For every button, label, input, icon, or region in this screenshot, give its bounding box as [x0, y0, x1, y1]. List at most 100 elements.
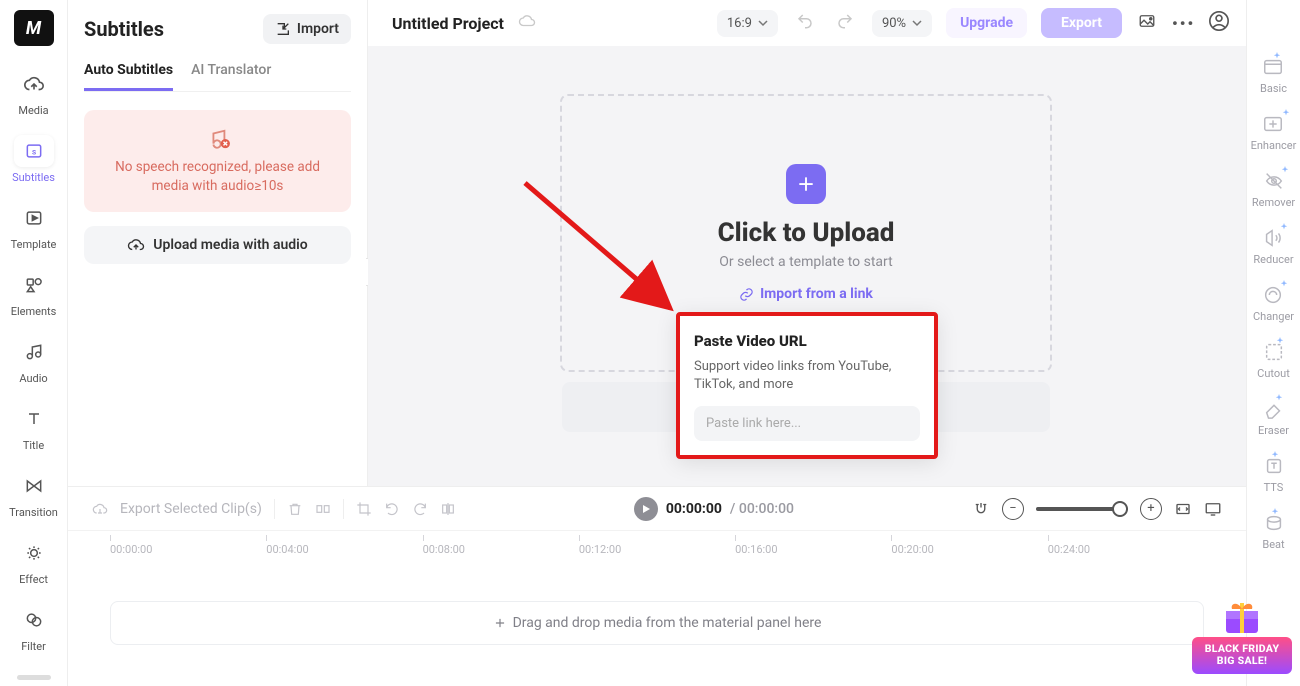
timeline-track[interactable]: Drag and drop media from the material pa… [110, 601, 1204, 645]
ruler-tick: 00:16:00 [735, 543, 891, 556]
rrail-item-basic[interactable]: Basic [1260, 56, 1287, 95]
top-bar: Untitled Project 16:9 90% Upgrade Export… [368, 0, 1246, 46]
split-icon[interactable] [315, 501, 331, 517]
subtitles-icon: S [14, 135, 54, 167]
sparkle-icon [1280, 223, 1288, 231]
sparkle-icon [1280, 280, 1288, 288]
timeline-area: Export Selected Clip(s) 00:00:00 / 00:00… [68, 486, 1246, 686]
rail-item-media[interactable]: Media [6, 68, 62, 117]
rrail-label: Basic [1260, 82, 1287, 95]
rail-label: Subtitles [12, 171, 55, 184]
rrail-label: Reducer [1253, 253, 1293, 266]
tab-auto-subtitles[interactable]: Auto Subtitles [84, 62, 173, 91]
export-clip-icon[interactable] [92, 501, 108, 517]
audio-error-icon [98, 128, 337, 150]
play-icon [641, 504, 651, 514]
magnet-icon[interactable] [972, 500, 990, 518]
display-icon[interactable] [1204, 500, 1222, 518]
zoom-select[interactable]: 90% [872, 10, 932, 37]
sparkle-icon [1271, 508, 1279, 516]
rrail-item-tts[interactable]: TTS [1263, 455, 1285, 494]
cloud-sync-icon[interactable] [518, 12, 536, 34]
chevron-down-icon [912, 18, 922, 28]
redo-button[interactable] [832, 8, 858, 38]
zoom-out-button[interactable]: − [1002, 498, 1024, 520]
rrail-label: Cutout [1257, 367, 1290, 380]
paste-url-input[interactable] [694, 406, 920, 441]
crop-icon[interactable] [356, 501, 372, 517]
upload-media-button[interactable]: Upload media with audio [84, 226, 351, 264]
tab-ai-translator[interactable]: AI Translator [191, 62, 271, 91]
filter-icon [14, 604, 54, 636]
rail-item-subtitles[interactable]: S Subtitles [6, 135, 62, 184]
title-icon [14, 403, 54, 435]
rrail-item-beat[interactable]: Beat [1262, 512, 1284, 551]
paste-url-popover: Paste Video URL Support video links from… [676, 312, 938, 459]
upload-plus-button[interactable] [786, 164, 826, 204]
rrail-item-changer[interactable]: Changer [1253, 284, 1294, 323]
rail-item-transition[interactable]: Transition [6, 470, 62, 519]
rrail-item-remover[interactable]: Remover [1252, 170, 1295, 209]
zoom-value: 90% [882, 16, 906, 31]
rrail-label: Beat [1262, 538, 1284, 551]
undo-button[interactable] [792, 8, 818, 38]
zoom-in-button[interactable]: + [1140, 498, 1162, 520]
upload-media-label: Upload media with audio [153, 237, 307, 253]
rail-item-template[interactable]: Template [6, 202, 62, 251]
sparkle-icon [1276, 337, 1284, 345]
ratio-value: 16:9 [727, 16, 752, 31]
rotate-l-icon[interactable] [384, 501, 400, 517]
ruler-tick: 00:04:00 [266, 543, 422, 556]
fit-icon[interactable] [1174, 500, 1192, 518]
more-icon[interactable]: ••• [1172, 14, 1194, 33]
rail-scroll-handle[interactable] [17, 675, 51, 680]
delete-icon[interactable] [287, 501, 303, 517]
rail-item-audio[interactable]: Audio [6, 336, 62, 385]
effect-icon [14, 537, 54, 569]
rail-item-filter[interactable]: Filter [6, 604, 62, 653]
upgrade-button[interactable]: Upgrade [946, 8, 1027, 38]
mirror-icon[interactable] [440, 501, 456, 517]
rrail-item-cutout[interactable]: Cutout [1257, 341, 1290, 380]
export-button[interactable]: Export [1041, 8, 1122, 38]
rail-item-title[interactable]: Title [6, 403, 62, 452]
ruler-tick: 00:08:00 [423, 543, 579, 556]
popover-title: Paste Video URL [694, 332, 920, 350]
rail-label: Filter [21, 640, 46, 653]
sparkle-icon [1281, 166, 1289, 174]
rail-label: Transition [9, 506, 58, 519]
import-button[interactable]: Import [263, 14, 351, 44]
timeline-ruler[interactable]: 00:00:0000:04:0000:08:0000:12:0000:16:00… [68, 531, 1246, 563]
import-from-link[interactable]: Import from a link [739, 286, 873, 302]
link-icon [739, 287, 754, 302]
account-icon[interactable] [1208, 10, 1230, 36]
elements-icon [14, 269, 54, 301]
import-link-label: Import from a link [760, 286, 873, 302]
app-logo[interactable]: M [14, 10, 54, 46]
rotate-r-icon[interactable] [412, 501, 428, 517]
popover-desc: Support video links from YouTube, TikTok… [694, 358, 920, 394]
ruler-tick: 00:24:00 [1048, 543, 1204, 556]
transition-icon [14, 470, 54, 502]
sparkle-icon [1275, 394, 1283, 402]
svg-text:S: S [31, 148, 35, 156]
promo-badge[interactable]: BLACK FRIDAY BIG SALE! [1192, 597, 1292, 674]
drop-subtext: Or select a template to start [719, 254, 892, 270]
play-button[interactable] [634, 497, 658, 521]
audio-icon [14, 336, 54, 368]
rail-label: Media [18, 104, 48, 117]
aspect-ratio-select[interactable]: 16:9 [717, 10, 778, 37]
rail-item-elements[interactable]: Elements [6, 269, 62, 318]
plus-icon [797, 175, 815, 193]
rrail-item-reducer[interactable]: Reducer [1253, 227, 1293, 266]
cloud-upload-icon [127, 236, 145, 254]
rrail-item-eraser[interactable]: Eraser [1258, 398, 1289, 437]
project-title[interactable]: Untitled Project [392, 14, 504, 33]
rail-item-effect[interactable]: Effect [6, 537, 62, 586]
rrail-item-enhancer[interactable]: Enhancer [1251, 113, 1297, 152]
rail-label: Effect [19, 573, 48, 586]
screenshot-icon[interactable] [1136, 12, 1158, 34]
ruler-tick: 00:20:00 [891, 543, 1047, 556]
export-clip-label[interactable]: Export Selected Clip(s) [120, 501, 262, 517]
zoom-slider[interactable] [1036, 507, 1128, 511]
